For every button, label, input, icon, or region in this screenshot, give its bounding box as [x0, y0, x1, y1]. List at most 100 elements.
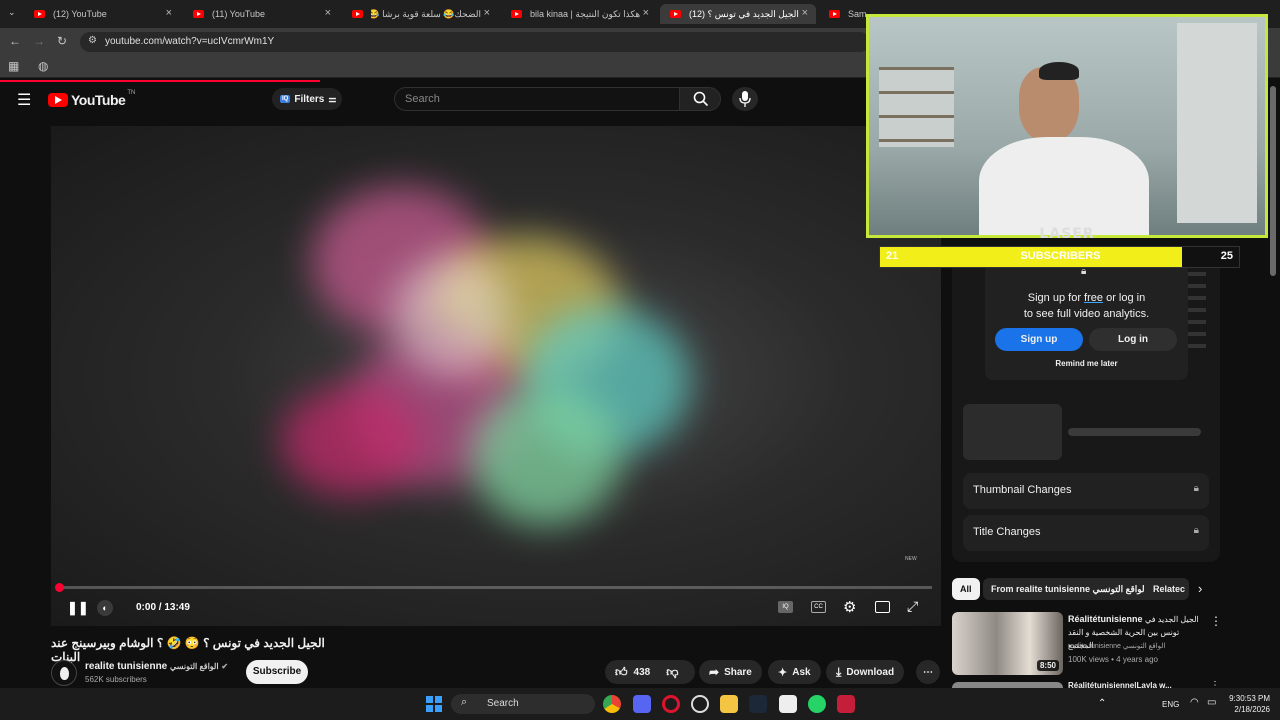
site-info-icon[interactable]: ⚙: [88, 35, 97, 46]
browser-tab-5[interactable]: (12) الجيل الجديد في تونس ؟!×: [660, 4, 816, 24]
whatsapp-icon[interactable]: [808, 695, 826, 713]
chip-all[interactable]: All: [952, 578, 980, 600]
tab-search-icon[interactable]: ⌄: [8, 7, 16, 18]
youtube-favicon-icon: [352, 10, 363, 18]
share-icon: ➦: [709, 665, 720, 679]
channel-name[interactable]: realite tunisienne الواقع التونسي ✔: [85, 661, 228, 672]
browser-tab-6[interactable]: Sam...: [819, 4, 874, 24]
file-explorer-icon[interactable]: [720, 695, 738, 713]
free-link[interactable]: free: [1084, 292, 1103, 304]
youtube-favicon-icon: [670, 10, 681, 18]
browser-tab-2[interactable]: (11) YouTube ×: [183, 4, 339, 24]
volume-icon[interactable]: ◐: [97, 600, 113, 616]
close-icon[interactable]: ×: [166, 7, 172, 19]
voice-search-button[interactable]: [732, 87, 758, 111]
subscribe-button[interactable]: Subscribe: [246, 660, 308, 684]
title-changes-row[interactable]: Title Changes 🔒︎: [963, 515, 1209, 551]
tab-title: (11) YouTube: [212, 9, 266, 19]
like-button[interactable]: 👍︎ 438 👎︎: [605, 660, 695, 684]
analytics-signup-popup: 🔒︎ Sign up for free or log in to see ful…: [985, 264, 1188, 380]
sparkle-icon: ✦: [778, 666, 788, 679]
scrollbar[interactable]: [1270, 86, 1276, 276]
channel-avatar[interactable]: [51, 660, 77, 686]
wifi-icon[interactable]: ◠: [1190, 697, 1199, 708]
search-placeholder: Search: [405, 93, 440, 105]
lock-icon: 🔒︎: [1193, 525, 1199, 536]
battery-icon[interactable]: ▭: [1207, 697, 1216, 708]
login-button[interactable]: Log in: [1089, 328, 1177, 351]
video-player[interactable]: NEW: [51, 126, 941, 626]
chevron-right-icon[interactable]: ›: [1198, 581, 1202, 596]
recommended-meta: 100K views • 4 years ago: [1068, 655, 1158, 664]
search-button[interactable]: [679, 87, 721, 111]
seek-bar[interactable]: [55, 583, 932, 592]
tab-title: (12) YouTube: [53, 9, 107, 19]
apps-grid-icon[interactable]: ▦: [8, 59, 19, 73]
close-icon[interactable]: ×: [484, 7, 490, 19]
video-watermark: NEW: [905, 556, 917, 562]
download-icon: ⤓: [836, 664, 842, 679]
thumbnail-changes-row[interactable]: Thumbnail Changes 🔒︎: [963, 473, 1209, 509]
smoke-graphic: [281, 386, 421, 496]
reload-icon[interactable]: ↻: [57, 34, 67, 48]
signup-button[interactable]: Sign up: [995, 328, 1083, 351]
fullscreen-icon[interactable]: ⤢: [907, 598, 918, 615]
close-icon[interactable]: ×: [325, 7, 331, 19]
youtube-favicon-icon: [829, 10, 840, 18]
download-button[interactable]: ⤓ Download: [826, 660, 905, 684]
remind-later-link[interactable]: Remind me later: [985, 359, 1188, 368]
tray-chevron-icon[interactable]: ⌃: [1098, 698, 1106, 709]
discord-icon[interactable]: [633, 695, 651, 713]
settings-icon[interactable]: ⚙: [843, 598, 856, 616]
tab-title: (12) الجيل الجديد في تونس ؟!: [689, 8, 799, 19]
browser-tab-3[interactable]: الضحك😂 سلعة قوية برشا 😂😂×: [342, 4, 498, 24]
url-text: youtube.com/watch?v=ucIVcmrWm1Y: [105, 36, 275, 47]
taskbar-search[interactable]: ⌕ Search: [451, 694, 595, 714]
chip-related[interactable]: Relatec: [1145, 578, 1189, 600]
iq-icon[interactable]: IQ: [778, 601, 793, 613]
pause-icon[interactable]: ❚❚: [67, 600, 89, 616]
chip-from-channel[interactable]: From realite tunisienne الواقع التونسي: [983, 578, 1156, 600]
menu-icon[interactable]: ☰: [17, 90, 31, 110]
close-icon[interactable]: ×: [643, 7, 649, 19]
opera-icon[interactable]: [662, 695, 680, 713]
capcut-icon[interactable]: [779, 695, 797, 713]
browser-tab-1[interactable]: (12) YouTube ×: [24, 4, 180, 24]
search-input[interactable]: Search: [394, 87, 680, 111]
channel-name-latin: realite tunisienne: [85, 661, 168, 672]
thumbs-up-icon: 👍︎: [615, 664, 628, 679]
download-label: Download: [846, 666, 895, 678]
youtube-favicon-icon: [193, 10, 204, 18]
thumbs-down-icon[interactable]: 👎︎: [666, 665, 678, 680]
back-icon[interactable]: ←: [9, 34, 21, 48]
address-bar[interactable]: ⚙ youtube.com/watch?v=ucIVcmrWm1Y: [80, 32, 870, 52]
chrome-icon[interactable]: [603, 695, 621, 713]
browser-tab-4[interactable]: bila kinaa | هكذا تكون النتيجة!!...×: [501, 4, 657, 24]
taskbar-clock[interactable]: 9:30:53 PM 2/18/2026: [1220, 693, 1270, 715]
recommended-thumbnail[interactable]: 8:50: [952, 612, 1063, 675]
search-icon: ⌕: [461, 696, 468, 708]
app-icon[interactable]: [837, 695, 855, 713]
globe-icon[interactable]: ◍: [38, 59, 48, 73]
shelf-graphic: [879, 67, 954, 147]
start-button[interactable]: [426, 696, 442, 712]
thumbnail-placeholder: [963, 404, 1062, 460]
steam-icon[interactable]: [749, 695, 767, 713]
forward-icon[interactable]: →: [33, 34, 45, 48]
captions-icon[interactable]: CC: [811, 601, 826, 613]
filters-button[interactable]: IQ Filters ⚌: [272, 88, 342, 110]
popup-message: Sign up for free or log in to see full v…: [1023, 292, 1150, 320]
obs-icon[interactable]: [691, 695, 709, 713]
miniplayer-icon[interactable]: [875, 601, 890, 613]
more-icon: ⋯: [923, 666, 933, 678]
close-icon[interactable]: ×: [802, 7, 808, 19]
share-button[interactable]: ➦ Share: [699, 660, 762, 684]
more-vert-icon[interactable]: ⋮: [1210, 614, 1222, 628]
youtube-logo[interactable]: YouTube TN: [48, 90, 135, 108]
recommended-channel[interactable]: realite tunisienne الواقع التونسي: [1068, 642, 1165, 650]
ask-button[interactable]: ✦ Ask: [768, 660, 821, 684]
webcam-overlay: [866, 14, 1268, 238]
more-actions-button[interactable]: ⋯: [916, 660, 940, 684]
text-placeholder: [1068, 428, 1201, 436]
language-indicator[interactable]: ENG: [1162, 700, 1179, 709]
